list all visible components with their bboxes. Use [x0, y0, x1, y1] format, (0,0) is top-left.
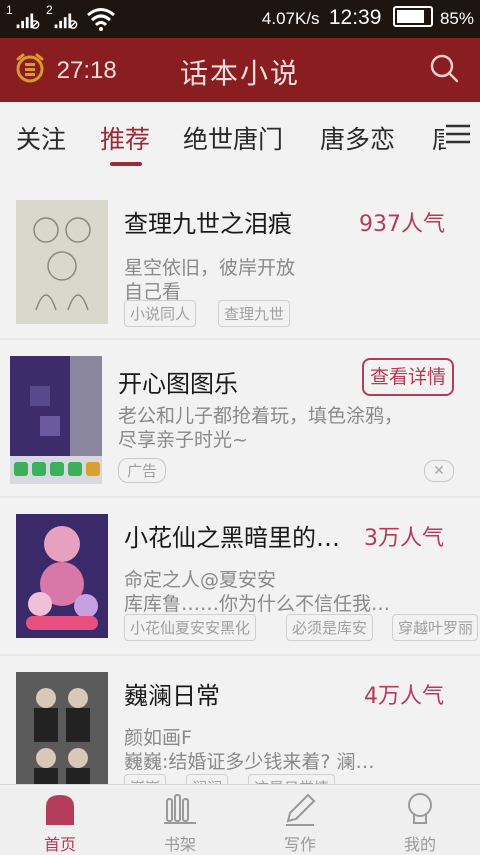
- sim1-label: 1: [6, 3, 13, 17]
- wifi-icon: [87, 8, 115, 31]
- book-cover: [16, 514, 108, 638]
- search-icon[interactable]: [430, 54, 460, 84]
- menu-icon[interactable]: [444, 122, 472, 146]
- tab-juesh-tangmen[interactable]: 绝世唐门: [183, 120, 283, 156]
- book-tag[interactable]: 查理九世: [218, 300, 291, 327]
- book-cover: [16, 200, 108, 324]
- book-tag[interactable]: 巍巍: [124, 774, 167, 784]
- ad-close-button[interactable]: ✕: [424, 460, 454, 482]
- book-desc-line: 巍巍:结婚证多少钱来着? 澜…: [124, 751, 375, 773]
- book-title: 巍澜日常: [124, 682, 220, 710]
- popularity: 3万人气: [364, 526, 444, 551]
- ad-desc-line: 尽享亲子时光~: [118, 429, 248, 451]
- battery-percent: 85%: [439, 9, 474, 28]
- nav-label: 首页: [43, 835, 76, 854]
- pen-icon: [286, 793, 316, 826]
- battery-icon: [392, 6, 433, 27]
- status-bar: 1 2 4.07K/s 12:39 85%: [0, 0, 480, 38]
- network-speed: 4.07K/s: [261, 9, 320, 28]
- app-bar: 27:18 话本小说: [0, 38, 480, 102]
- feed-item[interactable]: 查理九世之泪痕 937人气 星空依旧，彼岸开放 自己看 小说同人 查理九世: [0, 170, 480, 338]
- book-title: 查理九世之泪痕: [124, 210, 292, 238]
- book-tag[interactable]: 小花仙夏安安黑化: [124, 614, 257, 641]
- book-tag[interactable]: 小说同人: [124, 300, 197, 327]
- bottom-nav: 首页 书架 写作 我的: [0, 784, 480, 855]
- book-tag[interactable]: 这是日常情: [248, 774, 336, 784]
- nav-write[interactable]: 写作: [240, 785, 360, 855]
- tab-recommend[interactable]: 推荐: [100, 120, 150, 156]
- book-desc-line: 星空依旧，彼岸开放: [124, 257, 296, 279]
- nav-profile[interactable]: 我的: [360, 785, 480, 855]
- category-tabs: 关注 推荐 绝世唐门 唐多恋 唐: [0, 102, 480, 168]
- nav-label: 书架: [163, 835, 196, 854]
- nav-bookshelf[interactable]: 书架: [120, 785, 240, 855]
- nav-label: 写作: [283, 835, 316, 854]
- ad-title: 开心图图乐: [118, 370, 238, 398]
- book-desc-line: 库库鲁……你为什么不信任我…: [124, 593, 391, 615]
- clock: 12:39: [328, 6, 382, 29]
- ad-label: 广告: [118, 458, 167, 483]
- book-desc-line: 命定之人@夏安安: [124, 569, 277, 591]
- nav-label: 我的: [403, 835, 436, 854]
- ad-item[interactable]: 开心图图乐 查看详情 老公和儿子都抢着玩，填色涂鸦， 尽享亲子时光~ 广告 ✕: [0, 340, 480, 496]
- status-right: 4.07K/s 12:39 85%: [262, 6, 474, 30]
- popularity: 4万人气: [364, 684, 444, 709]
- ad-desc-line: 老公和儿子都抢着玩，填色涂鸦，: [118, 405, 404, 427]
- feed-list[interactable]: 查理九世之泪痕 937人气 星空依旧，彼岸开放 自己看 小说同人 查理九世 开心…: [0, 170, 480, 784]
- book-tag[interactable]: 穿越叶罗丽: [392, 614, 478, 641]
- ad-image: [10, 356, 102, 484]
- feed-item[interactable]: 巍澜日常 4万人气 颜如画F 巍巍:结婚证多少钱来着? 澜… 巍巍 澜澜 这是日…: [0, 656, 480, 784]
- profile-icon: [408, 793, 432, 824]
- home-icon: [46, 795, 74, 825]
- tab-follow[interactable]: 关注: [16, 120, 66, 156]
- book-tag[interactable]: 澜澜: [186, 774, 229, 784]
- book-desc-line: 颜如画F: [124, 727, 192, 749]
- tab-tangduolian[interactable]: 唐多恋: [320, 120, 395, 156]
- book-cover: [16, 672, 108, 784]
- book-title: 小花仙之黑暗里的…: [124, 524, 340, 552]
- app-title: 话本小说: [179, 57, 300, 90]
- book-tag[interactable]: 必须是库安: [286, 614, 374, 641]
- active-tab-indicator: [110, 162, 142, 166]
- bookshelf-icon: [164, 794, 196, 824]
- view-details-button[interactable]: 查看详情: [362, 358, 454, 396]
- sim2-label: 2: [46, 3, 53, 17]
- feed-item[interactable]: 小花仙之黑暗里的… 3万人气 命定之人@夏安安 库库鲁……你为什么不信任我… 小…: [0, 498, 480, 654]
- nav-home[interactable]: 首页: [0, 785, 120, 855]
- popularity: 937人气: [359, 212, 445, 237]
